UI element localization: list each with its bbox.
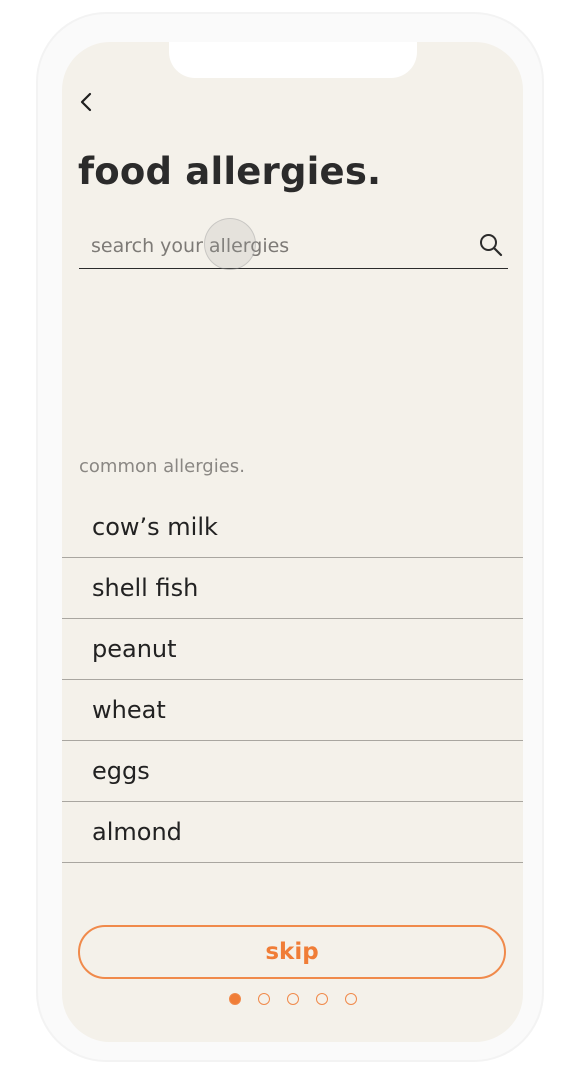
skip-button[interactable]: skip xyxy=(78,925,506,979)
page-dot-5 xyxy=(344,993,357,1005)
app-screen: food allergies. common allergies. cow’s … xyxy=(62,42,523,1042)
page-dot-4 xyxy=(315,993,328,1005)
allergy-item-cows-milk[interactable]: cow’s milk xyxy=(62,497,523,558)
page-dot-1 xyxy=(228,993,241,1005)
search-icon[interactable] xyxy=(478,232,504,258)
back-button[interactable] xyxy=(74,88,98,116)
common-allergies-list: cow’s milk shell fish peanut wheat eggs … xyxy=(62,497,523,863)
allergy-item-shell-fish[interactable]: shell fish xyxy=(62,558,523,619)
page-title: food allergies. xyxy=(78,150,382,193)
search-bar xyxy=(79,224,508,269)
allergy-item-wheat[interactable]: wheat xyxy=(62,680,523,741)
pagination-dots xyxy=(62,993,523,1005)
allergy-item-peanut[interactable]: peanut xyxy=(62,619,523,680)
page-dot-2 xyxy=(257,993,270,1005)
search-input[interactable] xyxy=(91,224,461,268)
allergy-item-eggs[interactable]: eggs xyxy=(62,741,523,802)
chevron-left-icon xyxy=(80,92,92,112)
common-allergies-label: common allergies. xyxy=(79,456,245,477)
page-dot-3 xyxy=(286,993,299,1005)
allergy-item-almond[interactable]: almond xyxy=(62,802,523,863)
device-notch xyxy=(169,42,417,78)
